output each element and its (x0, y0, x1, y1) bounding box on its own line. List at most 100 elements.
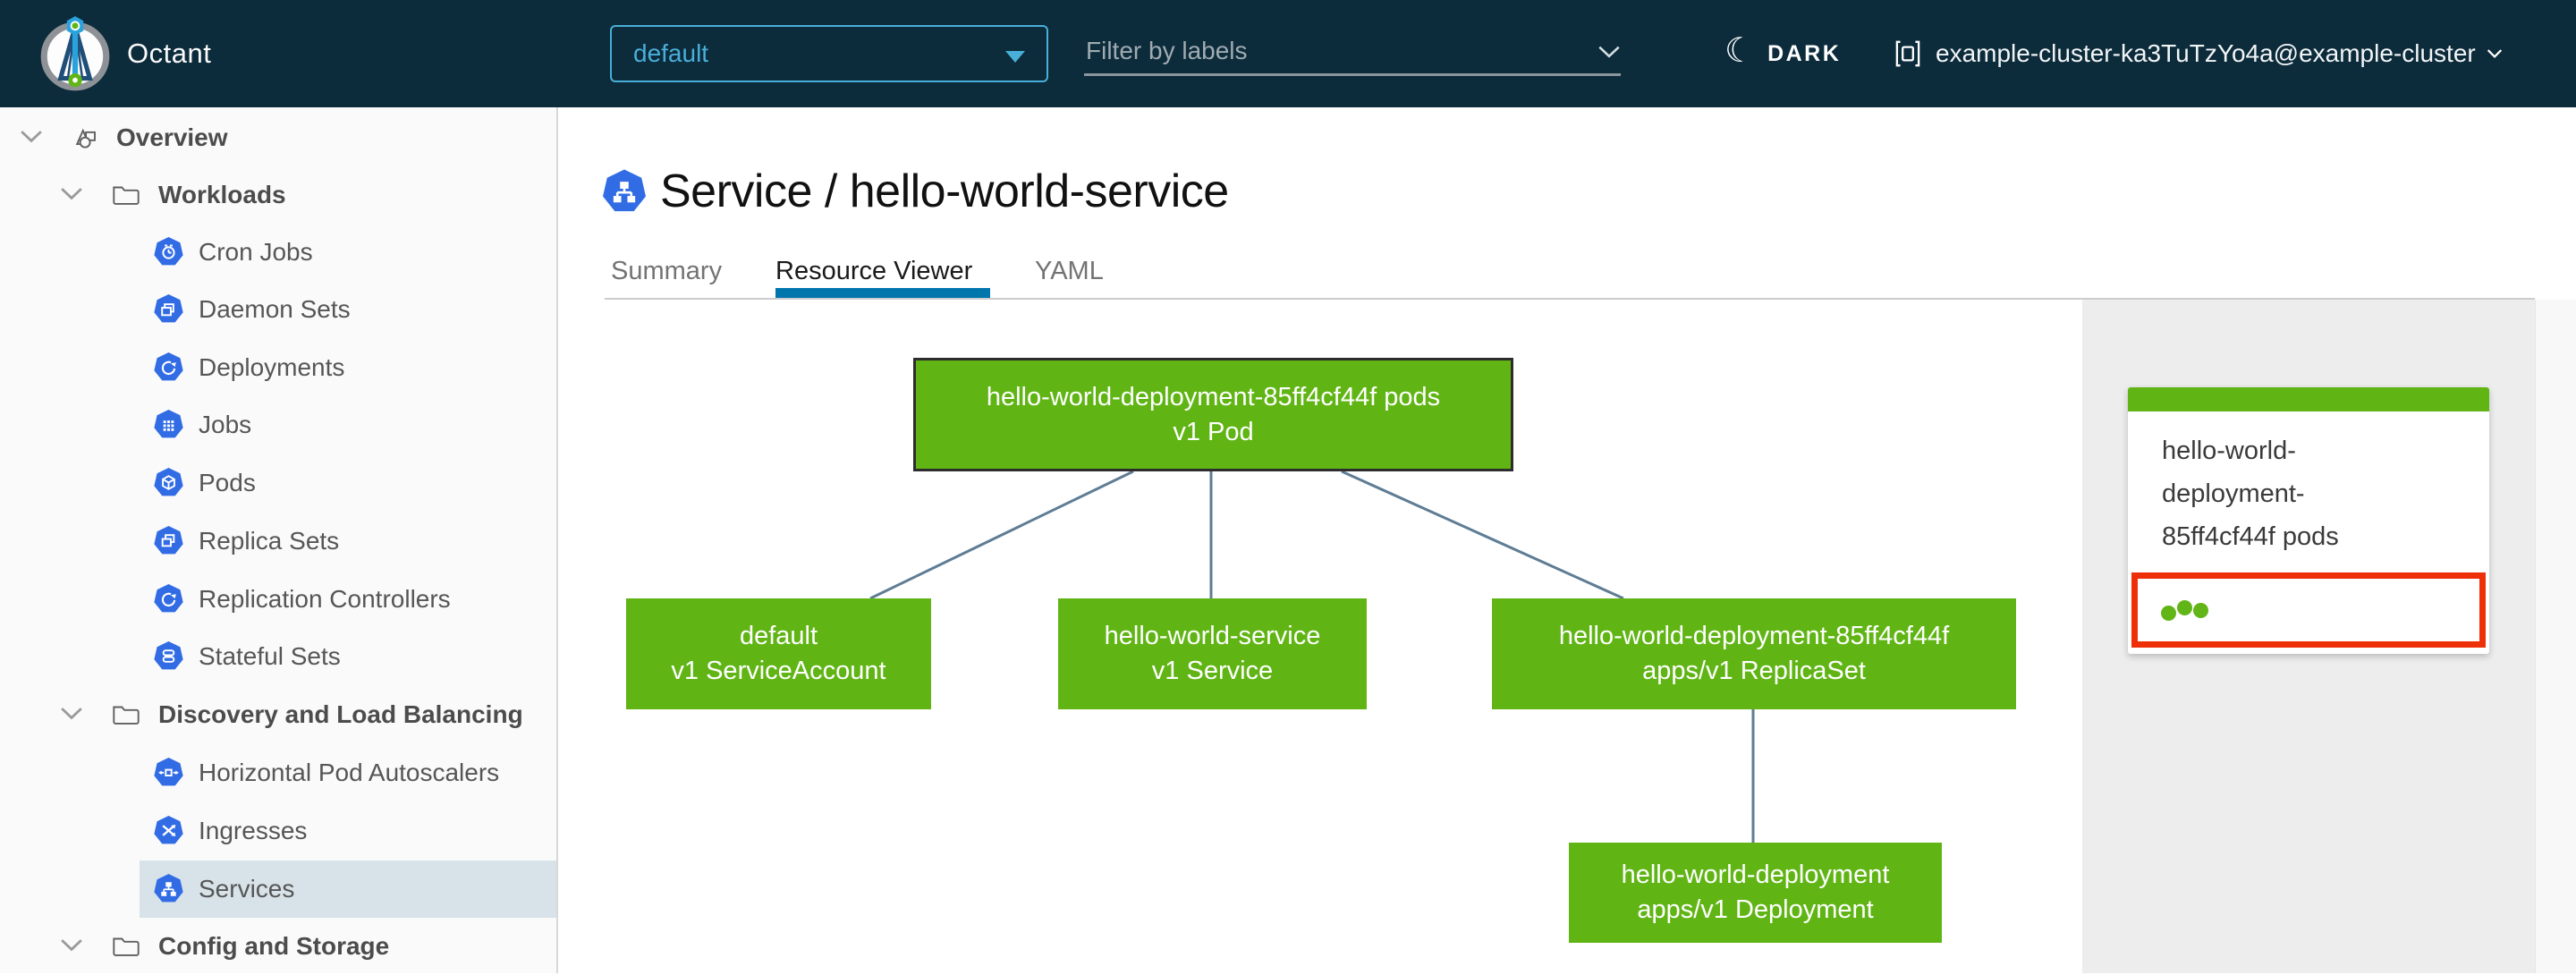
graph-edge (869, 470, 1134, 600)
sidebar-item-label: Ingresses (199, 817, 308, 844)
sidebar-item-cron-jobs[interactable]: Cron Jobs (0, 224, 556, 281)
node-kind: apps/v1 ReplicaSet (1642, 657, 1866, 685)
sidebar-item-label: Horizontal Pod Autoscalers (199, 759, 500, 786)
pod-status-dot (2177, 599, 2192, 615)
service-resource-icon (601, 168, 648, 215)
sidebar-item-label: Replica Sets (199, 527, 340, 555)
chevron-down-icon[interactable] (60, 706, 83, 720)
selected-object-card[interactable]: hello-world-deployment-85ff4cf44f pods (2128, 387, 2489, 654)
caret-down-icon (1005, 51, 1025, 63)
chevron-down-icon[interactable] (20, 129, 43, 143)
page-title: Service / hello-world-service (660, 165, 1229, 217)
sidebar-item-label: Workloads (158, 181, 286, 208)
cluster-chevron-down-icon (2487, 49, 2502, 58)
ingresses-icon (153, 815, 184, 846)
card-status-bar (2128, 387, 2489, 411)
deployments-icon (153, 352, 184, 383)
sidebar-item-label: Config and Storage (158, 932, 390, 960)
sidebar-item-stateful-sets[interactable]: Stateful Sets (0, 628, 556, 685)
pod-status-dot (2161, 605, 2176, 621)
active-tab-underline (775, 288, 990, 298)
sidebar-item-ingresses[interactable]: Ingresses (0, 802, 556, 860)
sidebar-item-replication-controllers[interactable]: Replication Controllers (0, 571, 556, 628)
node-kind: v1 Service (1151, 657, 1274, 685)
sidebar-item-label: Daemon Sets (199, 295, 351, 323)
folder-icon (111, 699, 141, 730)
jobs-icon (153, 409, 184, 440)
app-header: Octant default ☾ DARK example-cluster-ka… (0, 0, 2576, 107)
cluster-selector[interactable]: example-cluster-ka3TuTzYo4a@example-clus… (1891, 0, 2503, 107)
node-name: hello-world-deployment-85ff4cf44f (1558, 622, 1950, 650)
pod-status-section-highlighted[interactable] (2131, 572, 2486, 648)
cluster-icon (1895, 40, 1920, 67)
sidebar-item-replica-sets[interactable]: Replica Sets (0, 513, 556, 570)
sidebar-item-label: Overview (116, 123, 228, 151)
node-name: hello-world-service (1104, 622, 1321, 650)
folder-icon (111, 180, 141, 210)
sidebar-item-label: Replication Controllers (199, 585, 451, 613)
chevron-down-icon[interactable] (60, 186, 83, 200)
tab-yaml[interactable]: YAML (1035, 255, 1104, 287)
sidebar-item-deployments[interactable]: Deployments (0, 339, 556, 396)
sidebar-item-daemon-sets[interactable]: Daemon Sets (0, 281, 556, 338)
graph-node-replicaset[interactable]: hello-world-deployment-85ff4cf44f apps/v… (1492, 598, 2016, 709)
sidebar-item-label: Stateful Sets (199, 642, 341, 670)
tab-resource-viewer[interactable]: Resource Viewer (775, 255, 972, 287)
moon-icon: ☾ (1724, 32, 1756, 70)
node-name: default (739, 622, 818, 650)
graph-node-pod[interactable]: hello-world-deployment-85ff4cf44f pods v… (913, 358, 1513, 471)
scrollbar-track (2535, 300, 2576, 973)
graph-edge (1341, 470, 1624, 600)
label-filter (1084, 0, 1621, 107)
replica-sets-icon (153, 525, 184, 556)
octant-logo-icon (40, 16, 110, 91)
graph-node-deployment[interactable]: hello-world-deployment apps/v1 Deploymen… (1569, 843, 1942, 943)
card-title: hello-world-deployment-85ff4cf44f pods (2162, 437, 2339, 551)
selected-object-panel: hello-world-deployment-85ff4cf44f pods (2082, 300, 2535, 973)
filter-underline (1084, 73, 1621, 76)
sidebar-item-workloads[interactable]: Workloads (0, 166, 556, 224)
namespace-dropdown[interactable]: default (610, 25, 1048, 82)
sidebar-item-pods[interactable]: Pods (0, 454, 556, 512)
sidebar-nav: Overview Workloads Cron Jobs Daemon Sets… (0, 107, 558, 973)
node-kind: v1 Pod (1173, 417, 1254, 446)
graph-node-serviceaccount[interactable]: default v1 ServiceAccount (626, 598, 931, 709)
daemon-sets-icon (153, 293, 184, 325)
pod-status-dot (2193, 602, 2208, 618)
filter-chevron-down-icon[interactable] (1597, 45, 1621, 58)
app-title: Octant (127, 38, 212, 69)
stateful-sets-icon (153, 640, 184, 672)
namespace-dropdown-value: default (633, 39, 709, 67)
sidebar-item-label: Pods (199, 469, 256, 496)
theme-toggle-label: DARK (1767, 40, 1842, 66)
sidebar-item-label: Services (199, 875, 295, 903)
sidebar-item-overview[interactable]: Overview (0, 109, 556, 166)
replication-controllers-icon (153, 583, 184, 615)
pods-icon (153, 467, 184, 498)
sidebar-item-services[interactable]: Services (0, 861, 556, 918)
resource-graph: hello-world-deployment-85ff4cf44f pods v… (558, 300, 2082, 973)
sidebar-item-label: Jobs (199, 411, 252, 438)
objects-icon (75, 128, 96, 148)
node-name: hello-world-deployment (1621, 861, 1890, 889)
cluster-name: example-cluster-ka3TuTzYo4a@example-clus… (1936, 39, 2476, 67)
sidebar-item-label: Discovery and Load Balancing (158, 700, 523, 728)
sidebar-item-jobs[interactable]: Jobs (0, 396, 556, 454)
chevron-down-icon[interactable] (60, 937, 83, 952)
hpa-icon (153, 757, 184, 788)
label-filter-input[interactable] (1086, 32, 1587, 70)
node-kind: v1 ServiceAccount (671, 657, 886, 685)
folder-icon (111, 931, 141, 962)
sidebar-item-config-and-storage[interactable]: Config and Storage (0, 918, 556, 975)
node-name: hello-world-deployment-85ff4cf44f pods (986, 382, 1441, 411)
tab-summary[interactable]: Summary (611, 255, 722, 287)
sidebar-item-label: Cron Jobs (199, 238, 313, 266)
services-icon (153, 873, 184, 904)
sidebar-item-label: Deployments (199, 353, 345, 381)
node-kind: apps/v1 Deployment (1637, 895, 1874, 924)
sidebar-item-horizontal-pod-autoscalers[interactable]: Horizontal Pod Autoscalers (0, 744, 556, 801)
graph-node-service[interactable]: hello-world-service v1 Service (1058, 598, 1367, 709)
sidebar-item-discovery-and-load-balancing[interactable]: Discovery and Load Balancing (0, 686, 556, 743)
theme-toggle-button[interactable]: ☾ DARK (1724, 0, 1841, 107)
cron-jobs-icon (153, 236, 184, 267)
